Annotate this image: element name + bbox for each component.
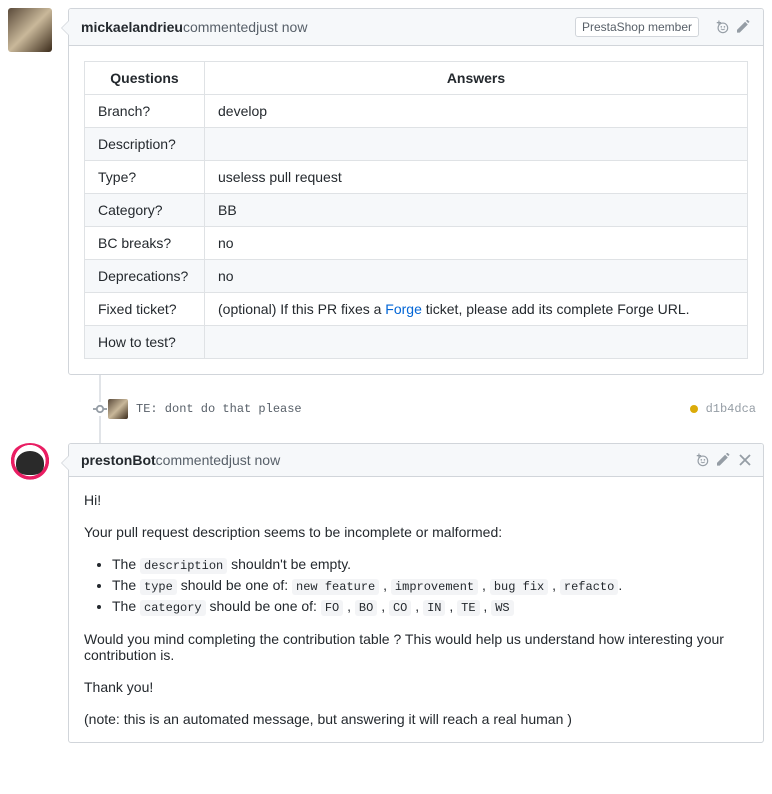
delete-icon[interactable] (739, 454, 751, 466)
q-cell: Branch? (85, 95, 205, 128)
code: improvement (391, 579, 478, 595)
code: FO (321, 600, 343, 616)
text: The (112, 598, 140, 614)
code: CO (389, 600, 411, 616)
text: should be one of: (177, 577, 292, 593)
q-cell: Category? (85, 194, 205, 227)
greeting: Hi! (84, 492, 748, 508)
sep: , (478, 577, 490, 593)
table-row: Type? useless pull request (85, 161, 748, 194)
text: shouldn't be empty. (227, 556, 351, 572)
comment-1: mickaelandrieu commented just now Presta… (8, 8, 764, 375)
table-row: Fixed ticket? (optional) If this PR fixe… (85, 293, 748, 326)
sep: , (379, 577, 391, 593)
comment-header: mickaelandrieu commented just now Presta… (69, 9, 763, 46)
code: IN (423, 600, 445, 616)
comment-2: prestonBot commented just now Hi! Your p… (8, 443, 764, 743)
q-cell: BC breaks? (85, 227, 205, 260)
commit-sha[interactable]: d1b4dca (706, 402, 756, 416)
intro: Your pull request description seems to b… (84, 524, 748, 540)
a-cell (205, 128, 748, 161)
code: refacto (560, 579, 618, 595)
list-item: The type should be one of: new feature ,… (112, 577, 748, 594)
code: category (140, 600, 206, 616)
code: type (140, 579, 177, 595)
commit-icon (93, 402, 107, 416)
comment-header: prestonBot commented just now (69, 444, 763, 477)
a-cell: (optional) If this PR fixes a Forge tick… (205, 293, 748, 326)
a-cell: useless pull request (205, 161, 748, 194)
sep: , (548, 577, 560, 593)
text: should be one of: (206, 598, 321, 614)
qa-table: Questions Answers Branch? develop Descri… (84, 61, 748, 359)
sep: , (445, 598, 457, 614)
q-cell: Description? (85, 128, 205, 161)
comment-body: Hi! Your pull request description seems … (69, 477, 763, 742)
code: WS (491, 600, 513, 616)
table-row: BC breaks? no (85, 227, 748, 260)
table-row: Branch? develop (85, 95, 748, 128)
a-cell: no (205, 227, 748, 260)
sep: , (377, 598, 389, 614)
comment-author[interactable]: prestonBot (81, 452, 156, 468)
text: The (112, 556, 140, 572)
sep: , (343, 598, 355, 614)
table-row: Description? (85, 128, 748, 161)
a-cell: develop (205, 95, 748, 128)
a-cell: BB (205, 194, 748, 227)
commented-label: commented (156, 452, 229, 468)
code: BO (355, 600, 377, 616)
sep: , (411, 598, 423, 614)
list-item: The category should be one of: FO , BO ,… (112, 598, 748, 615)
comment-body: Questions Answers Branch? develop Descri… (69, 46, 763, 374)
code: new feature (292, 579, 379, 595)
text: . (618, 577, 622, 593)
list-item: The description shouldn't be empty. (112, 556, 748, 573)
comment-box: prestonBot commented just now Hi! Your p… (68, 443, 764, 743)
status-pending-icon[interactable] (690, 405, 698, 413)
commit-message[interactable]: TE: dont do that please (136, 402, 302, 416)
q-cell: How to test? (85, 326, 205, 359)
add-reaction-icon[interactable] (715, 20, 729, 34)
a-cell (205, 326, 748, 359)
q-cell: Deprecations? (85, 260, 205, 293)
table-row: Category? BB (85, 194, 748, 227)
code: bug fix (490, 579, 548, 595)
col-answers: Answers (205, 62, 748, 95)
edit-icon[interactable] (717, 453, 731, 467)
table-row: Deprecations? no (85, 260, 748, 293)
sep: , (480, 598, 492, 614)
text: (optional) If this PR fixes a (218, 301, 385, 317)
forge-link[interactable]: Forge (385, 301, 422, 317)
q-cell: Type? (85, 161, 205, 194)
ask: Would you mind completing the contributi… (84, 631, 748, 663)
issues-list: The description shouldn't be empty. The … (84, 556, 748, 615)
comment-time[interactable]: just now (256, 19, 307, 35)
add-reaction-icon[interactable] (695, 453, 709, 467)
note: (note: this is an automated message, but… (84, 711, 748, 727)
code: TE (457, 600, 479, 616)
q-cell: Fixed ticket? (85, 293, 205, 326)
edit-icon[interactable] (737, 20, 751, 34)
comment-box: mickaelandrieu commented just now Presta… (68, 8, 764, 375)
comment-time[interactable]: just now (229, 452, 280, 468)
a-cell: no (205, 260, 748, 293)
col-questions: Questions (85, 62, 205, 95)
avatar[interactable] (8, 443, 52, 487)
text: ticket, please add its complete Forge UR… (422, 301, 690, 317)
commit-row: TE: dont do that please d1b4dca (8, 391, 764, 427)
comment-author[interactable]: mickaelandrieu (81, 19, 183, 35)
code: description (140, 558, 227, 574)
thanks: Thank you! (84, 679, 748, 695)
text: The (112, 577, 140, 593)
commented-label: commented (183, 19, 256, 35)
table-row: How to test? (85, 326, 748, 359)
avatar[interactable] (8, 8, 52, 52)
commit-avatar[interactable] (108, 399, 128, 419)
member-badge: PrestaShop member (575, 17, 699, 37)
